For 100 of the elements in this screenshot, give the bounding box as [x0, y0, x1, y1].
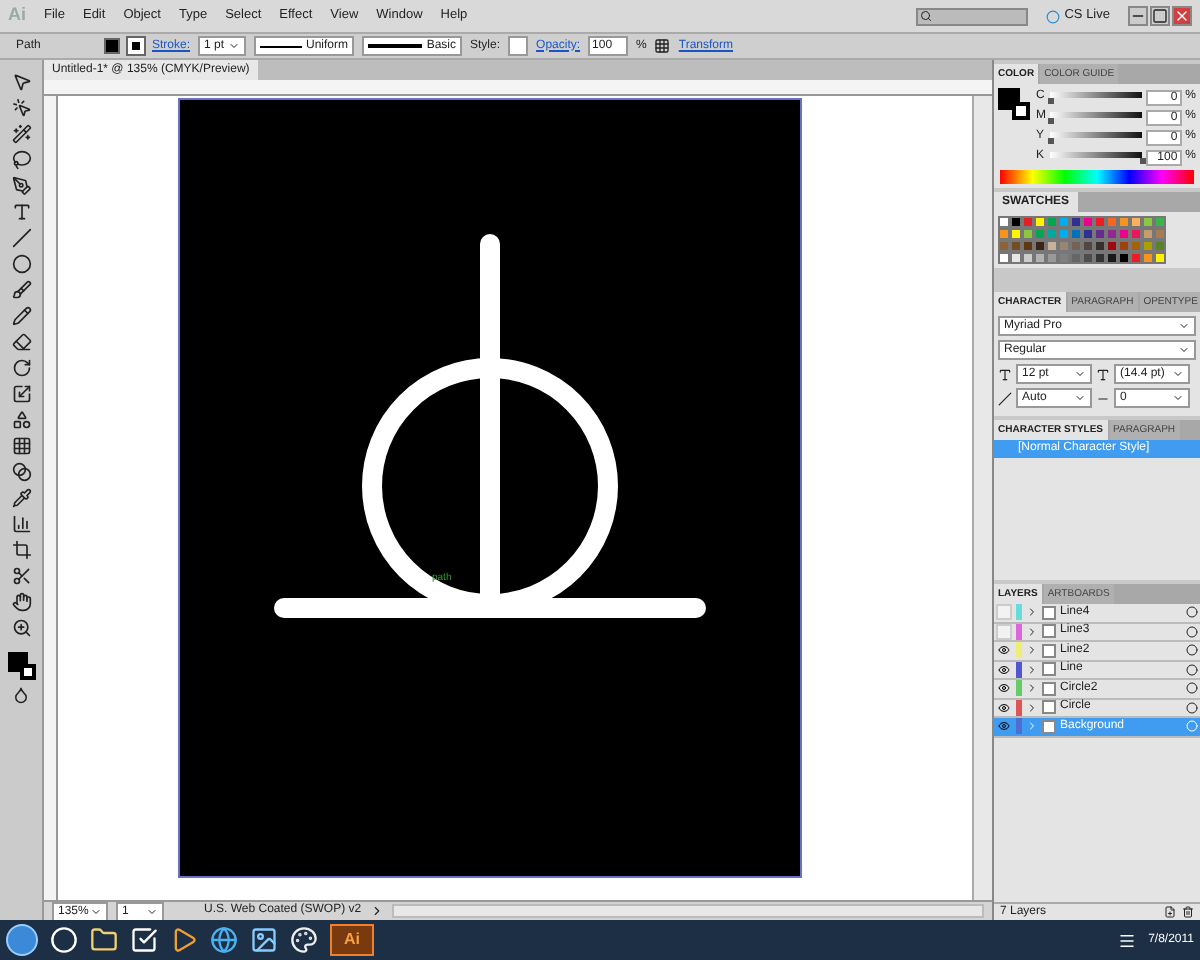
color-swatch[interactable]: [1058, 240, 1070, 252]
color-swatch[interactable]: [1070, 228, 1082, 240]
color-swatch[interactable]: [1154, 252, 1166, 264]
rotate-icon[interactable]: [11, 358, 31, 378]
color-swatch[interactable]: [1082, 216, 1094, 228]
brush-icon[interactable]: [11, 280, 31, 300]
color-swatch[interactable]: [1010, 216, 1022, 228]
fill-stroke-icon[interactable]: [7, 652, 35, 680]
mesh-icon[interactable]: [11, 436, 31, 456]
start-button[interactable]: [6, 924, 38, 956]
close-icon[interactable]: [1172, 6, 1192, 26]
color-swatch[interactable]: [1106, 252, 1118, 264]
color-swatch[interactable]: [1082, 252, 1094, 264]
color-swatch[interactable]: [1130, 228, 1142, 240]
graph-icon[interactable]: [11, 514, 31, 534]
color-swatch[interactable]: [1118, 228, 1130, 240]
stroke-swatch[interactable]: [128, 38, 144, 54]
color-swatch[interactable]: [1094, 252, 1106, 264]
color-swatch[interactable]: [1106, 240, 1118, 252]
hand-icon[interactable]: [11, 592, 31, 612]
visibility-toggle[interactable]: [996, 604, 1012, 621]
scale-icon[interactable]: [11, 384, 31, 404]
color-swatch[interactable]: [1046, 228, 1058, 240]
color-swatch[interactable]: [1142, 228, 1154, 240]
slider-thumb[interactable]: [1048, 137, 1054, 143]
color-swatch[interactable]: [1046, 240, 1058, 252]
color-swatch[interactable]: [1058, 252, 1070, 264]
color-swatch[interactable]: [1130, 240, 1142, 252]
color-swatch[interactable]: [1034, 240, 1046, 252]
color-swatch[interactable]: [998, 252, 1010, 264]
color-swatch[interactable]: [1070, 240, 1082, 252]
color-swatch[interactable]: [1154, 240, 1166, 252]
fill-swatch[interactable]: [104, 38, 120, 54]
ellipse-icon[interactable]: [11, 254, 31, 274]
color-swatch[interactable]: [998, 216, 1010, 228]
color-swatch[interactable]: [998, 228, 1010, 240]
color-swatch[interactable]: [1118, 252, 1130, 264]
color-swatch[interactable]: [1106, 228, 1118, 240]
color-swatch[interactable]: [1070, 216, 1082, 228]
color-swatch[interactable]: [1142, 240, 1154, 252]
line-icon[interactable]: [11, 228, 31, 248]
play-icon[interactable]: [369, 904, 384, 918]
color-swatch[interactable]: [1082, 228, 1094, 240]
color-swatch[interactable]: [1022, 216, 1034, 228]
color-swatch[interactable]: [1130, 252, 1142, 264]
color-swatch[interactable]: [1094, 228, 1106, 240]
color-swatch[interactable]: [1142, 216, 1154, 228]
scissors-icon[interactable]: [11, 566, 31, 586]
color-swatch[interactable]: [1034, 228, 1046, 240]
visibility-toggle[interactable]: [996, 661, 1012, 678]
palette-icon[interactable]: [290, 926, 318, 954]
eyedropper-icon[interactable]: [11, 488, 31, 508]
slider-thumb[interactable]: [1139, 157, 1146, 163]
blend-icon[interactable]: [11, 462, 31, 482]
minimize-icon[interactable]: [1128, 6, 1148, 26]
globe-icon[interactable]: [210, 926, 238, 954]
tray-icon[interactable]: [1118, 931, 1137, 949]
color-swatch[interactable]: [1010, 240, 1022, 252]
color-swatch[interactable]: [1022, 228, 1034, 240]
vertical-scrollbar[interactable]: [972, 96, 992, 900]
visibility-toggle[interactable]: [996, 718, 1012, 735]
color-swatch[interactable]: [998, 240, 1010, 252]
new-layer-icon[interactable]: [1164, 906, 1176, 918]
color-swatch[interactable]: [1010, 252, 1022, 264]
color-swatch[interactable]: [1094, 240, 1106, 252]
type-icon[interactable]: [11, 202, 31, 222]
color-swatch[interactable]: [1046, 252, 1058, 264]
color-swatch[interactable]: [1154, 228, 1166, 240]
pen-icon[interactable]: [11, 176, 31, 196]
visibility-toggle[interactable]: [996, 642, 1012, 659]
magic-wand-icon[interactable]: [11, 124, 31, 144]
color-swatch[interactable]: [1082, 240, 1094, 252]
slider-thumb[interactable]: [1048, 97, 1054, 103]
visibility-toggle[interactable]: [996, 699, 1012, 716]
folder-icon[interactable]: [90, 926, 118, 954]
direct-selection-icon[interactable]: [11, 98, 31, 118]
zoom-icon[interactable]: [11, 618, 31, 638]
slider-thumb[interactable]: [1048, 117, 1054, 123]
spectrum-bar[interactable]: [1000, 170, 1194, 184]
color-swatch[interactable]: [1022, 240, 1034, 252]
fill-stroke-icon[interactable]: [998, 88, 1030, 120]
drop-icon[interactable]: [12, 686, 30, 704]
color-swatch[interactable]: [1094, 216, 1106, 228]
play-icon[interactable]: [170, 926, 198, 954]
picture-icon[interactable]: [250, 926, 278, 954]
color-swatch[interactable]: [1058, 216, 1070, 228]
crop-icon[interactable]: [11, 540, 31, 560]
color-swatch[interactable]: [1118, 240, 1130, 252]
color-swatch[interactable]: [1130, 216, 1142, 228]
shapes-icon[interactable]: [11, 410, 31, 430]
pencil-icon[interactable]: [11, 306, 31, 326]
lasso-icon[interactable]: [11, 150, 31, 170]
color-swatch[interactable]: [1154, 216, 1166, 228]
eraser-icon[interactable]: [11, 332, 31, 352]
check-icon[interactable]: [130, 926, 158, 954]
color-swatch[interactable]: [1010, 228, 1022, 240]
color-swatch[interactable]: [1034, 216, 1046, 228]
style-swatch[interactable]: [508, 36, 529, 56]
visibility-toggle[interactable]: [996, 680, 1012, 697]
maximize-icon[interactable]: [1150, 6, 1170, 26]
